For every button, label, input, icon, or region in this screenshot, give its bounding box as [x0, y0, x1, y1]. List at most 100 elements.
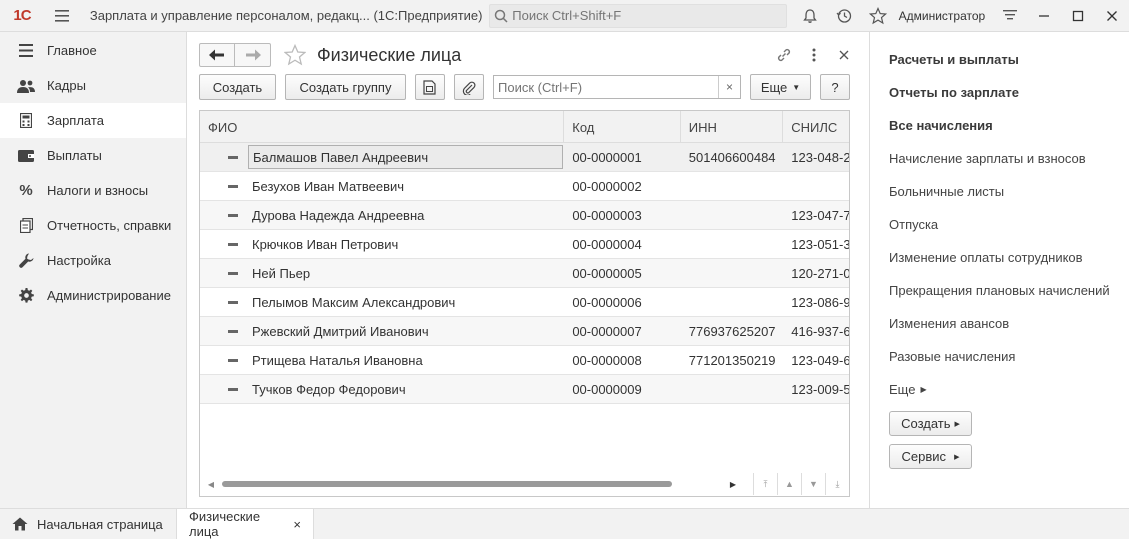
table-row[interactable]: Дурова Надежда Андреевна 00-0000003 123-… [200, 201, 849, 230]
cell-inn[interactable] [681, 172, 784, 200]
cell-code[interactable]: 00-0000006 [564, 288, 680, 316]
cell-inn[interactable] [681, 288, 784, 316]
cell-snils[interactable]: 123-051-3 [783, 230, 849, 258]
link-sick-leaves[interactable]: Больничные листы [889, 175, 1129, 208]
cell-snils[interactable]: 123-047-7 [783, 201, 849, 229]
maximize-icon[interactable] [1061, 0, 1095, 32]
favorite-star-icon[interactable] [283, 43, 307, 67]
scroll-thumb[interactable] [222, 481, 672, 487]
list-search-input[interactable] [494, 76, 719, 98]
cell-fio[interactable]: Крючков Иван Петрович [248, 232, 563, 256]
link-advance-changes[interactable]: Изменения авансов [889, 307, 1129, 340]
scroll-track[interactable] [222, 481, 722, 487]
link-all-accruals[interactable]: Все начисления [889, 109, 1129, 142]
link-pay-changes[interactable]: Изменение оплаты сотрудников [889, 241, 1129, 274]
table-row[interactable]: Крючков Иван Петрович 00-0000004 123-051… [200, 230, 849, 259]
panel-service-button[interactable]: Сервис ▶ [889, 444, 972, 469]
scroll-to-top-icon[interactable]: ⤒ [753, 473, 777, 495]
bell-icon[interactable] [793, 0, 827, 32]
cell-fio[interactable]: Балмашов Павел Андреевич [248, 145, 563, 169]
sidebar-item-administration[interactable]: Администрирование [0, 278, 186, 313]
cell-snils[interactable]: 120-271-0 [783, 259, 849, 287]
clear-search-button[interactable]: × [718, 76, 740, 98]
table-row[interactable]: Тучков Федор Федорович 00-0000009 123-00… [200, 375, 849, 404]
close-icon[interactable] [1095, 0, 1129, 32]
global-search[interactable] [489, 3, 787, 28]
cell-inn[interactable]: 771201350219 [681, 346, 784, 374]
cell-fio[interactable]: Тучков Федор Федорович [248, 377, 563, 401]
cell-inn[interactable] [681, 230, 784, 258]
forward-button[interactable] [235, 43, 271, 67]
create-group-button[interactable]: Создать группу [285, 74, 406, 100]
cell-code[interactable]: 00-0000003 [564, 201, 680, 229]
cell-snils[interactable]: 123-048-2 [783, 143, 849, 171]
cell-fio[interactable]: Ржевский Дмитрий Иванович [248, 319, 563, 343]
column-code[interactable]: Код [564, 111, 681, 143]
more-button[interactable]: Еще ▼ [750, 74, 811, 100]
cell-snils[interactable] [783, 172, 849, 200]
cell-inn[interactable] [681, 201, 784, 229]
more-actions-icon[interactable] [799, 43, 829, 67]
cell-fio[interactable]: Ртищева Наталья Ивановна [248, 348, 563, 372]
user-name[interactable]: Администратор [899, 9, 986, 23]
link-one-time-accruals[interactable]: Разовые начисления [889, 340, 1129, 373]
cell-code[interactable]: 00-0000008 [564, 346, 680, 374]
cell-code[interactable]: 00-0000005 [564, 259, 680, 287]
settings-menu-icon[interactable] [993, 0, 1027, 32]
close-form-icon[interactable] [829, 43, 859, 67]
cell-code[interactable]: 00-0000002 [564, 172, 680, 200]
attach-button[interactable] [454, 74, 484, 100]
cell-fio[interactable]: Ней Пьер [248, 261, 563, 285]
table-row[interactable]: Безухов Иван Матвеевич 00-0000002 [200, 172, 849, 201]
cell-inn[interactable]: 501406600484 [681, 143, 784, 171]
column-snils[interactable]: СНИЛС [783, 111, 849, 143]
tab-physical-persons[interactable]: Физические лица × [176, 509, 314, 539]
column-inn[interactable]: ИНН [681, 111, 784, 143]
scroll-right-icon[interactable]: ▶ [722, 480, 744, 489]
cell-snils[interactable]: 123-086-9 [783, 288, 849, 316]
sidebar-item-reports[interactable]: Отчетность, справки [0, 208, 186, 243]
sidebar-item-taxes[interactable]: % Налоги и взносы [0, 173, 186, 208]
scroll-to-bottom-icon[interactable]: ⤓ [825, 473, 849, 495]
close-tab-icon[interactable]: × [293, 517, 301, 532]
cell-inn[interactable]: 776937625207 [681, 317, 784, 345]
sidebar-item-salary[interactable]: Зарплата [0, 103, 186, 138]
table-row[interactable]: Балмашов Павел Андреевич 00-0000001 5014… [200, 143, 849, 172]
sidebar-item-settings[interactable]: Настройка [0, 243, 186, 278]
link-salary-reports[interactable]: Отчеты по зарплате [889, 76, 1129, 109]
history-icon[interactable] [827, 0, 861, 32]
cell-snils[interactable]: 123-009-5 [783, 375, 849, 403]
link-salary-accrual[interactable]: Начисление зарплаты и взносов [889, 142, 1129, 175]
help-button[interactable]: ? [820, 74, 850, 100]
table-row[interactable]: Пелымов Максим Александрович 00-0000006 … [200, 288, 849, 317]
link-more[interactable]: Еще ▶ [889, 373, 1129, 406]
back-button[interactable] [199, 43, 235, 67]
create-button[interactable]: Создать [199, 74, 276, 100]
cell-code[interactable]: 00-0000004 [564, 230, 680, 258]
cell-inn[interactable] [681, 259, 784, 287]
global-search-input[interactable] [512, 8, 773, 23]
link-icon[interactable] [769, 43, 799, 67]
column-fio[interactable]: ФИО [200, 111, 565, 143]
cell-code[interactable]: 00-0000009 [564, 375, 680, 403]
copy-doc-button[interactable] [415, 74, 445, 100]
tab-home-page[interactable]: Начальная страница [0, 509, 176, 539]
cell-fio[interactable]: Дурова Надежда Андреевна [248, 203, 563, 227]
scroll-left-icon[interactable]: ◀ [200, 480, 222, 489]
favorites-star-icon[interactable] [861, 0, 895, 32]
cell-snils[interactable]: 123-049-6 [783, 346, 849, 374]
cell-snils[interactable]: 416-937-6 [783, 317, 849, 345]
horizontal-scrollbar[interactable]: ◀ ▶ ⤒ ▲ ▼ ⤓ [200, 472, 849, 496]
scroll-down-icon[interactable]: ▼ [801, 473, 825, 495]
cell-fio[interactable]: Пелымов Максим Александрович [248, 290, 563, 314]
link-accrual-terminations[interactable]: Прекращения плановых начислений [889, 274, 1129, 307]
app-logo[interactable]: 1С [0, 0, 44, 32]
cell-fio[interactable]: Безухов Иван Матвеевич [248, 174, 563, 198]
sidebar-item-payments[interactable]: Выплаты [0, 138, 186, 173]
scroll-up-icon[interactable]: ▲ [777, 473, 801, 495]
table-row[interactable]: Ржевский Дмитрий Иванович 00-0000007 776… [200, 317, 849, 346]
panel-create-button[interactable]: Создать ▶ [889, 411, 972, 436]
sidebar-item-main[interactable]: Главное [0, 33, 186, 68]
list-search[interactable]: × [493, 75, 741, 99]
main-menu-icon[interactable] [44, 0, 80, 32]
